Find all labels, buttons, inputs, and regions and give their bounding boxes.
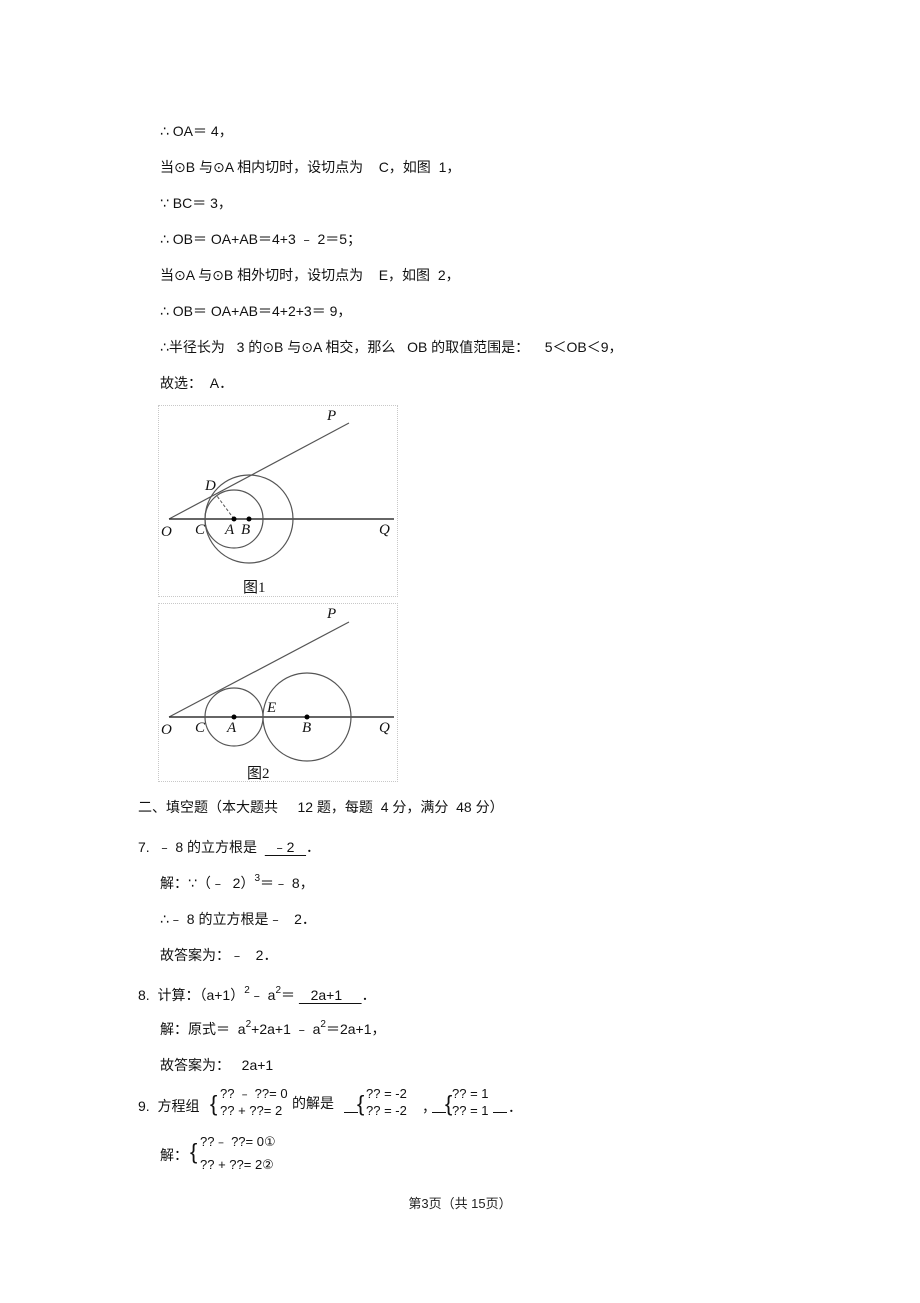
q9-work-line2: ?? + ??= 2② bbox=[200, 1157, 274, 1172]
label-p: P bbox=[327, 408, 337, 424]
label-p: P bbox=[327, 606, 337, 622]
question-7-answer: ﹣2 bbox=[264, 839, 307, 855]
solution-line: ∴ OA＝ 4， bbox=[160, 123, 233, 139]
q9-solution-b-line1: ?? = 1 bbox=[452, 1086, 489, 1101]
label-b: B bbox=[241, 522, 251, 538]
question-8: 8. 计算：（a+1）2﹣ a2＝ 2a+1 ． bbox=[138, 985, 376, 1007]
q9-work-label: 解： bbox=[160, 1147, 188, 1163]
label-e: E bbox=[267, 700, 277, 716]
q8-sol-text: ＝2a+1， bbox=[325, 1021, 386, 1037]
solution-line: 故选： A． bbox=[160, 375, 234, 391]
page-footer: 第3页（共 15页） bbox=[408, 1196, 512, 1211]
point-a bbox=[231, 714, 237, 720]
label-a: A bbox=[227, 720, 237, 736]
label-q: Q bbox=[379, 522, 390, 538]
q9-system-line2: ?? + ??= 2 bbox=[220, 1103, 283, 1118]
solution-line: ∴ OB＝ OA+AB＝4+3 ﹣ 2＝5； bbox=[160, 231, 362, 247]
q9-suffix: ． bbox=[508, 1099, 522, 1115]
point-b bbox=[304, 714, 310, 720]
brace-icon: { bbox=[210, 1091, 218, 1116]
q8-sol-text: 解：原式＝ a bbox=[160, 1021, 246, 1037]
q8-sol-exponent: 2 bbox=[245, 1019, 252, 1030]
q8-sol-text: +2a+1 ﹣ a bbox=[251, 1021, 321, 1037]
question-8-text: 8. 计算：（a+1） bbox=[138, 987, 245, 1003]
q7-solution-line: 故答案为：﹣ 2． bbox=[160, 947, 278, 963]
label-c: C bbox=[195, 522, 206, 538]
question-7: 7. ﹣ 8 的立方根是 ﹣2 ． bbox=[138, 838, 320, 856]
brace-icon: { bbox=[190, 1139, 198, 1164]
question-8-text: ＝ bbox=[281, 987, 299, 1003]
figure-2-caption: 图2 bbox=[247, 766, 270, 782]
answer-blank bbox=[344, 1112, 358, 1113]
solution-line: ∵ BC＝ 3， bbox=[160, 195, 232, 211]
question-9-prefix: 9. 方程组 bbox=[138, 1098, 200, 1114]
label-c: C bbox=[195, 720, 206, 736]
question-7-suffix: ． bbox=[306, 839, 321, 855]
figure-2-diagram bbox=[168, 621, 394, 762]
section-heading: 二、填空题（本大题共 12 题，每题 4 分，满分 48 分） bbox=[138, 799, 504, 815]
point-a bbox=[231, 516, 237, 522]
figure-1-diagram bbox=[168, 422, 394, 564]
question-7-text: 7. ﹣ 8 的立方根是 bbox=[138, 839, 265, 855]
answer-blank bbox=[493, 1112, 507, 1113]
solution-line: 当⊙B 与⊙A 相内切时，设切点为 C，如图 1， bbox=[160, 159, 461, 175]
figure-1-caption: 图1 bbox=[243, 580, 266, 596]
solution-line: ∴ OB＝ OA+AB＝4+2+3＝ 9， bbox=[160, 303, 352, 319]
q9-mid-text: 的解是 bbox=[292, 1095, 334, 1111]
q9-work-line1: ??﹣ ??= 0① bbox=[200, 1134, 276, 1149]
solution-line: ∴半径长为 3 的⊙B 与⊙A 相交，那么 OB 的取值范围是： 5＜OB＜9， bbox=[160, 339, 623, 355]
q7-solution-line: ∴﹣ 8 的立方根是﹣ 2． bbox=[160, 911, 316, 927]
q9-solution-a-line2: ?? = -2 bbox=[366, 1103, 407, 1118]
solution-line: 当⊙A 与⊙B 相外切时，设切点为 E，如图 2， bbox=[160, 267, 460, 283]
q8-solution-line: 解：原式＝ a2+2a+1 ﹣ a2＝2a+1， bbox=[160, 1019, 386, 1041]
label-b: B bbox=[302, 720, 312, 736]
q8-sol-exponent: 2 bbox=[320, 1019, 326, 1030]
q7-sol-text: 解：∵（﹣ 2） bbox=[160, 875, 255, 891]
q8-solution-line: 故答案为： 2a+1 bbox=[160, 1057, 274, 1073]
label-o: O bbox=[161, 524, 172, 540]
label-d: D bbox=[205, 478, 216, 494]
q7-sol-text: ＝﹣ 8， bbox=[260, 875, 314, 891]
q8-exponent: 2 bbox=[275, 985, 282, 996]
question-8-suffix: ． bbox=[361, 987, 376, 1003]
label-q: Q bbox=[379, 720, 390, 736]
q9-solution-a-line1: ?? = -2 bbox=[366, 1086, 407, 1101]
figure-2: O C A E B P Q 图2 bbox=[158, 603, 398, 782]
q9-separator: ， bbox=[422, 1099, 436, 1115]
q7-sol-exponent: 3 bbox=[254, 873, 261, 884]
figure-1: O C A B D P Q 图1 bbox=[158, 405, 398, 597]
question-8-text: ﹣ a bbox=[249, 987, 276, 1003]
q9-system-line1: ?? ﹣ ??= 0 bbox=[220, 1086, 288, 1101]
q8-exponent: 2 bbox=[244, 985, 250, 996]
label-a: A bbox=[225, 522, 235, 538]
q9-solution-b-line2: ?? = 1 bbox=[452, 1103, 489, 1118]
q7-solution-line: 解：∵（﹣ 2）3＝﹣ 8， bbox=[160, 873, 314, 895]
radius-ad bbox=[216, 495, 235, 520]
brace-icon: { bbox=[357, 1091, 365, 1116]
answer-blank bbox=[432, 1112, 446, 1113]
question-8-answer: 2a+1 bbox=[298, 987, 362, 1003]
label-o: O bbox=[161, 722, 172, 738]
point-b bbox=[246, 516, 252, 522]
